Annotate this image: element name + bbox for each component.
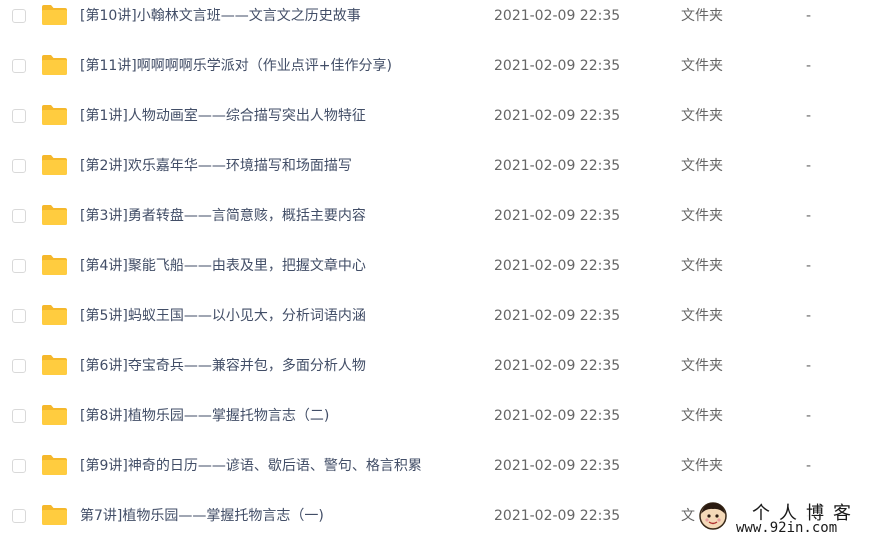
file-size: - — [806, 458, 812, 474]
file-row[interactable]: [第4讲]聚能飞船——由表及里，把握文章中心 2021-02-09 22:35 文件… — [0, 250, 887, 300]
file-type: 文件夹 — [681, 358, 723, 374]
folder-icon — [42, 255, 67, 275]
watermark-url: www.92in.com — [736, 520, 838, 536]
file-list: [第10讲]小翰林文言班——文言文之历史故事 2021-02-09 22:35 文件… — [0, 0, 887, 550]
folder-icon — [42, 205, 67, 225]
file-name-link[interactable]: [第2讲]欢乐嘉年华——环境描写和场面描写 — [80, 156, 352, 176]
avatar-logo-icon — [699, 502, 727, 530]
file-date: 2021-02-09 22:35 — [494, 258, 621, 274]
file-size: - — [806, 108, 812, 124]
file-name-link[interactable]: [第1讲]人物动画室——综合描写突出人物特征 — [80, 106, 366, 126]
file-date: 2021-02-09 22:35 — [494, 308, 621, 324]
row-checkbox[interactable] — [12, 509, 26, 523]
file-row[interactable]: [第5讲]蚂蚁王国——以小见大，分析词语内涵 2021-02-09 22:35 文件… — [0, 300, 887, 350]
file-size: - — [806, 408, 812, 424]
row-checkbox[interactable] — [12, 209, 26, 223]
file-name-link[interactable]: [第11讲]啊啊啊啊乐学派对（作业点评+佳作分享) — [80, 56, 392, 76]
file-size: - — [806, 158, 812, 174]
file-type: 文件夹 — [681, 158, 723, 174]
file-type: 文件夹 — [681, 258, 723, 274]
folder-icon — [42, 105, 67, 125]
file-name-link[interactable]: [第9讲]神奇的日历——谚语、歇后语、警句、格言积累 — [80, 456, 422, 476]
file-size: - — [806, 8, 812, 24]
file-size: - — [806, 208, 812, 224]
file-date: 2021-02-09 22:35 — [494, 8, 621, 24]
file-type: 文件夹 — [681, 408, 723, 424]
row-checkbox[interactable] — [12, 309, 26, 323]
row-checkbox[interactable] — [12, 459, 26, 473]
file-name-link[interactable]: [第4讲]聚能飞船——由表及里，把握文章中心 — [80, 256, 366, 276]
folder-icon — [42, 55, 67, 75]
file-row[interactable]: [第1讲]人物动画室——综合描写突出人物特征 2021-02-09 22:35 文件… — [0, 100, 887, 150]
file-type: 文件夹 — [681, 108, 723, 124]
file-name-link[interactable]: [第6讲]夺宝奇兵——兼容并包，多面分析人物 — [80, 356, 366, 376]
row-checkbox[interactable] — [12, 409, 26, 423]
row-checkbox[interactable] — [12, 159, 26, 173]
file-name-link[interactable]: [第10讲]小翰林文言班——文言文之历史故事 — [80, 6, 361, 26]
folder-icon — [42, 5, 67, 25]
file-name-link[interactable]: [第8讲]植物乐园——掌握托物言志（二) — [80, 406, 329, 426]
file-type: 文件夹 — [681, 8, 723, 24]
file-date: 2021-02-09 22:35 — [494, 408, 621, 424]
file-type: 文件夹 — [681, 308, 723, 324]
file-name-link[interactable]: [第3讲]勇者转盘——言简意赅，概括主要内容 — [80, 206, 366, 226]
file-row[interactable]: [第10讲]小翰林文言班——文言文之历史故事 2021-02-09 22:35 文件… — [0, 0, 887, 50]
file-date: 2021-02-09 22:35 — [494, 508, 621, 524]
file-size: - — [806, 358, 812, 374]
file-row[interactable]: [第3讲]勇者转盘——言简意赅，概括主要内容 2021-02-09 22:35 文件… — [0, 200, 887, 250]
file-date: 2021-02-09 22:35 — [494, 58, 621, 74]
file-date: 2021-02-09 22:35 — [494, 158, 621, 174]
folder-icon — [42, 505, 67, 525]
file-size: - — [806, 308, 812, 324]
watermark: 个人博客 www.92in.com — [696, 496, 887, 541]
file-date: 2021-02-09 22:35 — [494, 358, 621, 374]
file-date: 2021-02-09 22:35 — [494, 458, 621, 474]
file-size: - — [806, 258, 812, 274]
row-checkbox[interactable] — [12, 359, 26, 373]
file-row[interactable]: [第6讲]夺宝奇兵——兼容并包，多面分析人物 2021-02-09 22:35 文件… — [0, 350, 887, 400]
file-name-link[interactable]: 第7讲]植物乐园——掌握托物言志（一) — [80, 506, 324, 526]
file-date: 2021-02-09 22:35 — [494, 108, 621, 124]
folder-icon — [42, 455, 67, 475]
file-type: 文件夹 — [681, 458, 723, 474]
file-row[interactable]: [第11讲]啊啊啊啊乐学派对（作业点评+佳作分享) 2021-02-09 22:3… — [0, 50, 887, 100]
file-type: 文件夹 — [681, 208, 723, 224]
folder-icon — [42, 355, 67, 375]
folder-icon — [42, 155, 67, 175]
row-checkbox[interactable] — [12, 59, 26, 73]
folder-icon — [42, 405, 67, 425]
file-type: 文件夹 — [681, 58, 723, 74]
row-checkbox[interactable] — [12, 259, 26, 273]
file-date: 2021-02-09 22:35 — [494, 208, 621, 224]
file-row[interactable]: [第2讲]欢乐嘉年华——环境描写和场面描写 2021-02-09 22:35 文件夹… — [0, 150, 887, 200]
row-checkbox[interactable] — [12, 109, 26, 123]
file-size: - — [806, 58, 812, 74]
folder-icon — [42, 305, 67, 325]
file-row[interactable]: [第9讲]神奇的日历——谚语、歇后语、警句、格言积累 2021-02-09 22:… — [0, 450, 887, 500]
row-checkbox[interactable] — [12, 9, 26, 23]
file-type: 文 — [681, 508, 695, 524]
file-row[interactable]: [第8讲]植物乐园——掌握托物言志（二) 2021-02-09 22:35 文件夹 - — [0, 400, 887, 450]
file-name-link[interactable]: [第5讲]蚂蚁王国——以小见大，分析词语内涵 — [80, 306, 366, 326]
